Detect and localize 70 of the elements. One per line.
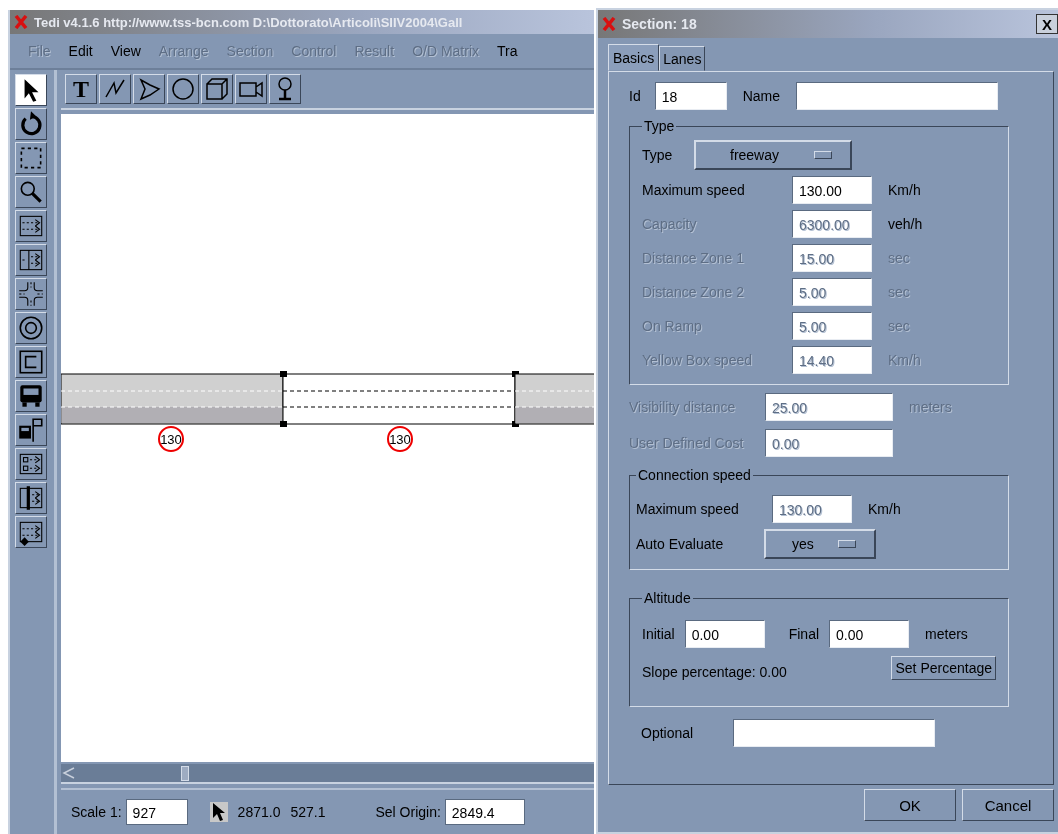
optional-label: Optional	[641, 725, 695, 741]
pin-icon[interactable]	[269, 74, 301, 104]
scale-field[interactable]: 927	[125, 799, 188, 825]
menu-item[interactable]: Edit	[68, 43, 93, 59]
type-dropdown[interactable]: freeway	[694, 140, 852, 170]
name-field[interactable]	[796, 82, 999, 110]
optional-field[interactable]	[733, 719, 935, 747]
final-label: Final	[788, 626, 820, 642]
unit-label: veh/h	[888, 216, 923, 232]
id-field[interactable]: 18	[654, 82, 727, 110]
rotate-icon[interactable]	[15, 108, 47, 140]
menu-item[interactable]: Tra	[497, 43, 518, 59]
scroll-left-icon[interactable]	[61, 766, 77, 780]
unit-label: meters	[925, 626, 968, 642]
pointer-icon	[209, 802, 228, 822]
menu-item[interactable]: View	[110, 43, 141, 59]
field-label: Auto Evaluate	[636, 536, 725, 552]
junction-icon[interactable]	[15, 278, 47, 310]
tab[interactable]: Basics	[608, 44, 660, 71]
tab[interactable]: Lanes	[659, 46, 706, 71]
id-label: Id	[629, 88, 641, 104]
bus-stop-icon[interactable]	[15, 414, 47, 446]
zoom-icon[interactable]	[15, 176, 47, 208]
auto-evaluate-dropdown[interactable]: yes	[764, 529, 876, 559]
ok-button[interactable]: OK	[864, 789, 956, 821]
lane-arrows-icon[interactable]	[15, 210, 47, 242]
bracket-square-icon[interactable]	[15, 346, 47, 378]
split-lanes-icon[interactable]	[15, 244, 47, 276]
field-label: Maximum speed	[642, 182, 746, 198]
set-percentage-button[interactable]: Set Percentage	[891, 656, 996, 680]
initial-label: Initial	[642, 626, 675, 642]
text-tool-button[interactable]: T	[65, 74, 97, 104]
group-title: Connection speed	[637, 467, 752, 483]
x-coordinate: 2871.0	[237, 804, 281, 820]
initial-field[interactable]: 0.00	[684, 620, 765, 648]
y-coordinate: 527.1	[290, 804, 326, 820]
select-area-icon[interactable]	[15, 142, 47, 174]
window-title: Tedi v4.1.6 http://www.tss-bcn.com D:\Dottorato\Articoli\SIIV2004\Gall	[34, 14, 463, 30]
name-label: Name	[742, 88, 781, 104]
sel-origin-field[interactable]: 2849.4	[444, 799, 525, 825]
final-field[interactable]: 0.00	[829, 620, 910, 648]
scale-label: Scale 1:	[71, 804, 122, 820]
speed-label: 130	[158, 426, 184, 452]
unit-label: Km/h	[868, 501, 901, 517]
field-label: Maximum speed	[636, 501, 740, 517]
lane-merge-icon[interactable]	[15, 516, 47, 548]
speed-label: 130	[387, 426, 413, 452]
pointer-icon[interactable]	[15, 74, 47, 106]
group-title: Altitude	[643, 590, 692, 606]
roundabout-icon[interactable]	[15, 312, 47, 344]
horizontal-scrollbar[interactable]	[61, 764, 594, 784]
cancel-button[interactable]: Cancel	[962, 789, 1054, 821]
scroll-thumb[interactable]	[181, 766, 189, 781]
cube-icon[interactable]	[201, 74, 233, 104]
road-section[interactable]	[61, 373, 284, 425]
dialog-title: Section: 18	[622, 16, 697, 32]
input-field[interactable]: 130.00	[792, 176, 872, 204]
camera-icon[interactable]	[235, 74, 267, 104]
unit-label: Km/h	[888, 182, 921, 198]
road-section[interactable]	[514, 373, 594, 425]
bus-icon[interactable]	[15, 380, 47, 412]
selected-road-section[interactable]	[280, 371, 519, 427]
detector-arrows-icon[interactable]	[15, 448, 47, 480]
polyline-icon[interactable]	[99, 74, 131, 104]
type-label: Type	[642, 147, 674, 163]
group-title: Type	[643, 118, 676, 134]
slope-text: Slope percentage: 0.00	[642, 664, 787, 680]
polygon-icon[interactable]	[133, 74, 165, 104]
sel-origin-label: Sel Origin:	[375, 804, 441, 820]
close-button[interactable]: X	[1036, 14, 1058, 34]
